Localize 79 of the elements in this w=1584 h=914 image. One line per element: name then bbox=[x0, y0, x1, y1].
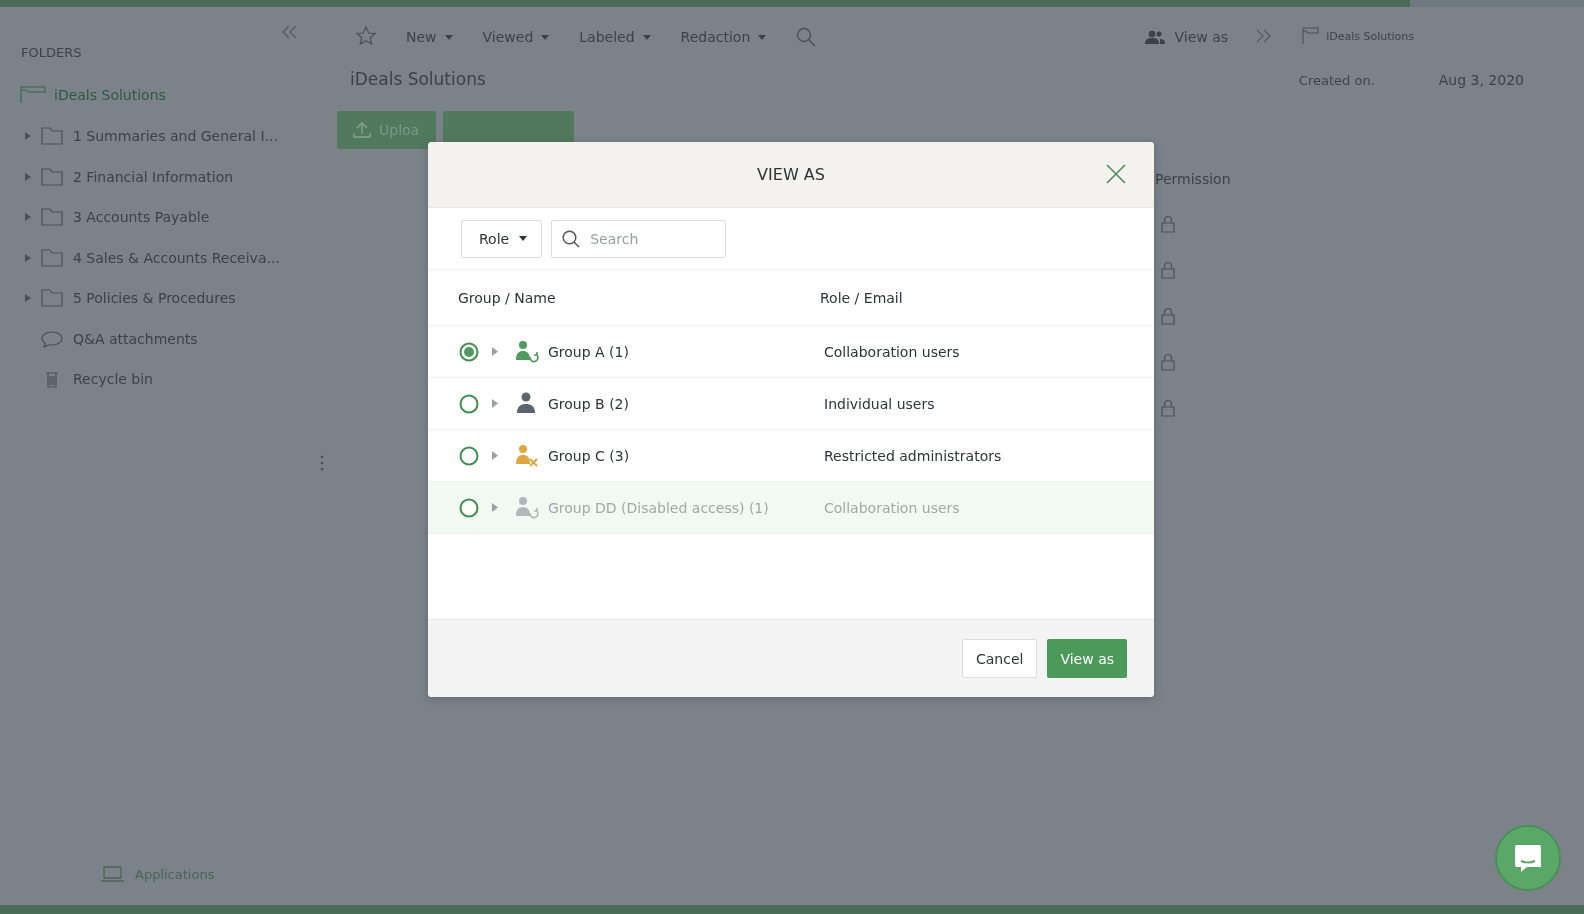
toolbar-menu[interactable]: Labeled bbox=[579, 29, 651, 45]
folder-icon bbox=[41, 289, 63, 308]
lock-icon bbox=[1161, 353, 1175, 371]
caret-icon bbox=[758, 34, 767, 40]
group-name: Group C (3) bbox=[548, 447, 631, 464]
lock-icon bbox=[1161, 261, 1175, 279]
created-label: Created on. bbox=[1298, 73, 1375, 88]
expand-arrow-icon[interactable] bbox=[25, 132, 31, 141]
folder-label[interactable]: 3 Accounts Payable bbox=[73, 209, 210, 226]
column-header: Role / Email bbox=[820, 289, 903, 306]
view-as-button[interactable]: View as bbox=[1047, 639, 1127, 678]
expand-panel-icon[interactable] bbox=[1256, 28, 1273, 43]
folder-title: iDeals Solutions bbox=[350, 69, 487, 89]
speech-bubble-icon bbox=[41, 329, 63, 348]
lock-icon bbox=[1161, 399, 1175, 417]
column-header: Permission bbox=[1155, 171, 1232, 187]
folder-label[interactable]: Q&A attachments bbox=[73, 330, 198, 347]
root-folder-icon bbox=[20, 86, 46, 104]
laptop-icon bbox=[101, 865, 125, 883]
group-name: Group DD (Disabled access) (1) bbox=[548, 499, 770, 516]
view-as-button[interactable]: View as bbox=[1144, 29, 1229, 45]
role-text: Individual users bbox=[824, 395, 935, 412]
user-sync-icon bbox=[514, 339, 540, 364]
group-name: Group B (2) bbox=[548, 395, 630, 412]
column-header: Group / Name bbox=[458, 289, 557, 306]
group-row[interactable]: Group B (2) Individual users bbox=[428, 378, 1154, 430]
expand-arrow-icon[interactable] bbox=[25, 253, 31, 262]
group-row[interactable]: Group A (1) Collaboration users bbox=[428, 326, 1154, 378]
star-icon[interactable] bbox=[356, 26, 376, 45]
caret-icon bbox=[519, 236, 528, 241]
caret-icon bbox=[444, 34, 453, 40]
expand-arrow-icon[interactable] bbox=[25, 294, 31, 303]
toolbar-menu[interactable]: Redaction bbox=[680, 29, 767, 45]
toolbar-menu[interactable]: Viewed bbox=[482, 29, 550, 45]
role-text: Restricted administrators bbox=[824, 447, 1002, 464]
user-tools-icon bbox=[514, 443, 540, 468]
expand-arrow-icon[interactable] bbox=[492, 399, 498, 408]
breadcrumb[interactable]: iDeals Solutions bbox=[1326, 29, 1414, 43]
radio-button[interactable] bbox=[459, 341, 479, 362]
role-dropdown[interactable]: Role bbox=[461, 219, 543, 258]
upload-icon bbox=[353, 122, 371, 138]
expand-arrow-icon[interactable] bbox=[25, 172, 31, 181]
folder-label[interactable]: Recycle bin bbox=[73, 371, 153, 388]
folder-icon bbox=[41, 208, 63, 227]
root-folder-label[interactable]: iDeals Solutions bbox=[54, 87, 166, 103]
kebab-menu-icon[interactable] bbox=[320, 455, 324, 471]
folder-icon bbox=[41, 127, 63, 146]
expand-arrow-icon[interactable] bbox=[492, 451, 498, 460]
cancel-button[interactable]: Cancel bbox=[962, 639, 1038, 678]
search-field[interactable]: Search bbox=[551, 219, 727, 258]
lock-icon bbox=[1161, 215, 1175, 233]
search-icon[interactable] bbox=[796, 27, 817, 47]
people-icon bbox=[1144, 30, 1165, 44]
collapse-icon[interactable] bbox=[282, 25, 298, 39]
folder-icon bbox=[41, 248, 63, 267]
lock-icon bbox=[1161, 307, 1175, 325]
folder-label[interactable]: 5 Policies & Procedures bbox=[73, 290, 236, 307]
group-name: Group A (1) bbox=[548, 343, 630, 360]
folder-label[interactable]: 1 Summaries and General I... bbox=[73, 128, 278, 145]
search-icon bbox=[562, 229, 581, 248]
role-text: Collaboration users bbox=[824, 499, 960, 516]
created-date: Aug 3, 2020 bbox=[1438, 72, 1524, 88]
caret-icon bbox=[642, 34, 651, 40]
toolbar-menu[interactable]: New bbox=[406, 29, 453, 45]
folder-label[interactable]: 2 Financial Information bbox=[73, 168, 234, 185]
folder-flag-icon bbox=[1302, 27, 1321, 45]
sidebar-heading: FOLDERS bbox=[20, 45, 83, 60]
chat-icon bbox=[1513, 843, 1543, 873]
expand-arrow-icon[interactable] bbox=[492, 347, 498, 356]
folder-icon bbox=[41, 167, 63, 186]
expand-arrow-icon[interactable] bbox=[25, 213, 31, 222]
caret-icon bbox=[541, 34, 550, 40]
dialog-title: VIEW AS bbox=[757, 165, 825, 184]
radio-button[interactable] bbox=[459, 445, 479, 466]
close-icon[interactable] bbox=[1106, 164, 1126, 184]
user-sync-icon bbox=[514, 495, 540, 520]
radio-button[interactable] bbox=[459, 393, 479, 414]
folder-label[interactable]: 4 Sales & Accounts Receiva... bbox=[73, 249, 280, 266]
role-text: Collaboration users bbox=[824, 343, 960, 360]
